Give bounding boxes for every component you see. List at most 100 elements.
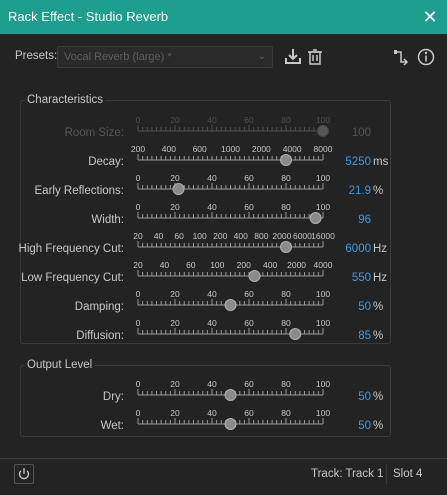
chevron-down-icon: ⌄ [257,51,266,62]
status-bar: Track: Track 1 Slot 4 [0,458,447,495]
dry-row: Dry: 0 20 40 60 80 100 50% [0,379,447,407]
tick-label: 40 [207,202,217,212]
tick-label: 100 [210,260,224,270]
track-label: Track: Track 1 [311,468,384,480]
diffusion-slider-thumb[interactable] [289,328,302,340]
close-icon[interactable]: ✕ [419,6,441,28]
tick-label: 80 [281,318,291,328]
info-icon[interactable] [416,47,436,67]
tick-label: 20 [170,202,180,212]
tick-label: 100 [316,115,330,125]
low-frequency-cut-row: Low Frequency Cut: 20 40 60 100 200 400 2000 400… [0,260,447,288]
tick-label: 60 [244,173,254,183]
diffusion-slider[interactable]: 0 20 40 60 80 100 [130,318,330,346]
early-reflections-slider-thumb[interactable] [172,183,185,195]
early-reflections-slider[interactable]: 0 20 40 60 80 100 [130,173,330,201]
wet-unit: % [373,420,384,432]
title-bar: Rack Effect - Studio Reverb ✕ [0,0,447,34]
tick-label: 4000 [283,144,302,154]
high-frequency-cut-value[interactable]: 6000 [330,243,371,255]
tick-label: 40 [207,408,217,418]
dry-value[interactable]: 50 [330,391,371,403]
tick-label: 40 [207,173,217,183]
tick-label: 400 [162,144,176,154]
decay-label: Decay: [88,156,124,168]
high-frequency-cut-label: High Frequency Cut: [18,243,124,255]
tick-label: 200 [237,260,251,270]
tick-label: 0 [136,202,141,212]
dry-slider-thumb[interactable] [224,389,237,401]
wet-row: Wet: 0 20 40 60 80 100 50% [0,408,447,436]
high-frequency-cut-slider-thumb[interactable] [280,241,292,253]
room-size-slider: 0 20 40 60 80 100 [136,115,330,137]
diffusion-row: Diffusion: 0 20 40 60 80 100 85% [0,318,447,346]
low-frequency-cut-slider[interactable]: 20 40 60 100 200 400 2000 4000 [130,260,333,288]
decay-slider[interactable]: 200 400 600 1000 2000 4000 8000 [130,144,333,172]
tick-label: 40 [160,260,170,270]
tick-label: 80 [281,202,291,212]
tick-label: 20 [133,260,143,270]
save-preset-icon[interactable] [283,47,303,67]
room-size-value: 100 [351,127,371,139]
width-slider-thumb[interactable] [309,212,322,224]
tick-label: 20 [170,318,180,328]
window-title: Rack Effect - Studio Reverb [8,9,169,24]
tick-label: 40 [207,289,217,299]
decay-unit: ms [373,156,389,168]
diffusion-unit: % [373,330,384,342]
wet-value[interactable]: 50 [330,420,371,432]
tick-label: 40 [207,318,217,328]
damping-unit: % [373,301,384,313]
tick-label: 100 [316,289,330,299]
damping-slider-thumb[interactable] [224,299,237,311]
tick-label: 40 [207,379,217,389]
tick-label: 20 [170,115,180,125]
delete-preset-icon[interactable] [305,47,325,67]
high-frequency-cut-slider[interactable]: 20 40 60 100 200 400 800 2000 6000 16000 [130,231,335,259]
tick-label: 4000 [314,260,333,270]
wet-slider[interactable]: 0 20 40 60 80 100 [130,408,330,436]
tick-label: 20 [170,408,180,418]
dry-slider[interactable]: 0 20 40 60 80 100 [130,379,330,407]
high-frequency-cut-row: High Frequency Cut: 20 40 60 100 200 400 800 200… [0,231,447,259]
width-slider[interactable]: 0 20 40 60 80 100 [130,202,330,230]
tick-label: 800 [254,231,268,241]
output-level-title: Output Level [25,359,95,371]
room-size-row: Room Size: 0 20 40 60 80 100 100 [0,115,447,143]
tick-label: 100 [316,318,330,328]
width-label: Width: [91,214,124,226]
tick-label: 0 [136,289,141,299]
presets-selected-value: Vocal Reverb (large) * [64,51,172,63]
tick-label: 0 [136,408,141,418]
tick-label: 100 [193,231,207,241]
tick-label: 2000 [252,144,271,154]
early-reflections-value[interactable]: 21.9 [330,185,371,197]
damping-slider[interactable]: 0 20 40 60 80 100 [130,289,330,317]
tick-label: 0 [136,318,141,328]
tick-label: 60 [244,408,254,418]
width-value[interactable]: 96 [330,214,371,226]
tick-label: 60 [244,318,254,328]
decay-value[interactable]: 5250 [330,156,371,168]
tick-label: 20 [170,379,180,389]
routing-icon[interactable] [391,47,411,67]
tick-label: 60 [186,260,196,270]
presets-dropdown[interactable]: Vocal Reverb (large) * ⌄ [57,46,273,68]
tick-label: 100 [316,173,330,183]
divider [386,464,387,484]
tick-label: 80 [281,379,291,389]
tick-label: 400 [234,231,248,241]
tick-label: 200 [131,144,145,154]
decay-slider-thumb[interactable] [280,154,292,166]
low-frequency-cut-slider-thumb[interactable] [248,270,261,282]
tick-label: 200 [213,231,227,241]
tick-label: 60 [174,231,184,241]
diffusion-value[interactable]: 85 [330,330,371,342]
low-frequency-cut-value[interactable]: 550 [330,272,371,284]
power-icon[interactable] [14,464,34,484]
damping-value[interactable]: 50 [330,301,371,313]
wet-slider-thumb[interactable] [224,418,237,430]
tick-label: 40 [207,115,217,125]
tick-label: 0 [136,173,141,183]
tick-label: 60 [244,115,254,125]
